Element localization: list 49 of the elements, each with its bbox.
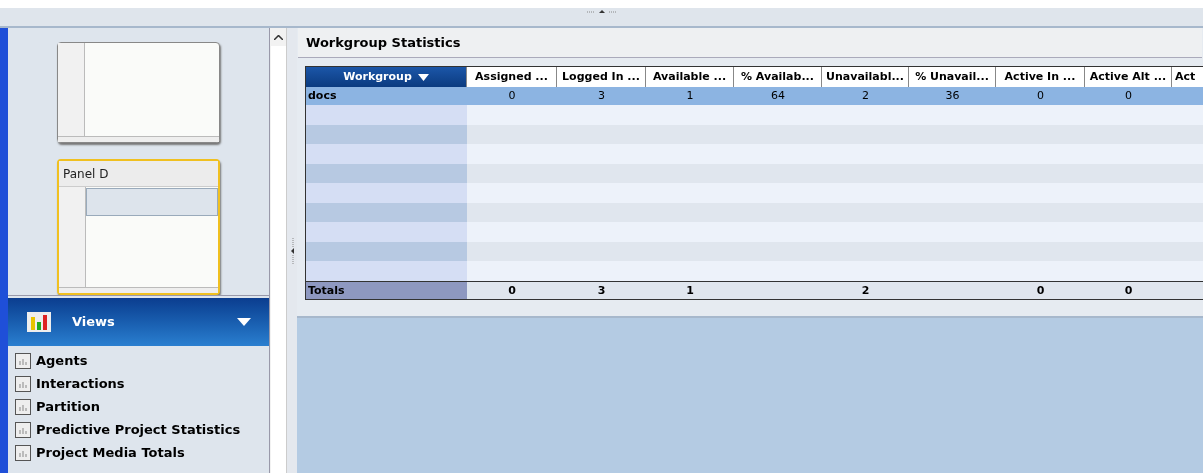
view-item[interactable]: Interactions (15, 375, 269, 392)
report-icon (15, 398, 31, 415)
view-item[interactable]: Partition (15, 398, 269, 415)
views-title: Views (72, 313, 116, 332)
view-item[interactable]: Predictive Project Statistics (15, 421, 269, 438)
panel-card[interactable] (57, 42, 220, 143)
panel-title: Panel D (59, 161, 218, 187)
table-cell-text: 64 (770, 88, 786, 104)
caret-icon[interactable] (237, 317, 251, 327)
table-cell-text: 0 (1124, 88, 1133, 104)
table-cell-text: 0 (1035, 282, 1046, 299)
panel-title: Workgroup Statistics (298, 28, 1202, 58)
report-icon (15, 352, 31, 369)
chart-icon (26, 311, 52, 333)
report-icon (15, 375, 31, 392)
table-cell-text: 0 (507, 88, 517, 104)
table-cell-text: 1 (685, 282, 695, 299)
splitter-grip-icon[interactable] (586, 9, 617, 14)
view-item[interactable]: Agents (15, 352, 269, 369)
panel-card[interactable]: Panel D (57, 159, 220, 295)
table-cell-text: 0 (507, 282, 517, 299)
column-header[interactable]: Available ... (646, 67, 734, 87)
column-header[interactable]: Workgroup (306, 67, 467, 87)
column-header[interactable]: Active Alt ... (1085, 67, 1172, 87)
view-item[interactable]: Project Media Totals (15, 444, 269, 461)
table-cell-text: 0 (1123, 282, 1134, 299)
report-icon (15, 421, 31, 438)
column-header[interactable]: % Unavail... (909, 67, 996, 87)
column-header[interactable]: Active In ... (996, 67, 1085, 87)
sort-arrow-icon (417, 73, 429, 81)
table-cell-text: 2 (860, 282, 871, 299)
report-icon (15, 444, 31, 461)
table-cell-text: 0 (1036, 88, 1045, 104)
column-header[interactable]: Act (1172, 67, 1203, 87)
table-cell: Totals (306, 281, 467, 299)
table-cell-text: 3 (597, 88, 606, 104)
column-header[interactable]: Assigned ... (467, 67, 557, 87)
chevron-up-icon (273, 34, 283, 40)
table-cell-text: 36 (944, 88, 961, 104)
table-cell-text: 2 (861, 88, 870, 104)
column-header[interactable]: Logged In ... (557, 67, 646, 87)
views-header[interactable]: Views (8, 298, 269, 346)
table-row[interactable]: docs 0 3 1 64 2 36 0 0 (306, 87, 1203, 105)
table-cell-text: 1 (685, 88, 695, 104)
column-header[interactable]: Unavailabl... (822, 67, 909, 87)
splitter-grip-icon[interactable] (289, 237, 295, 264)
table-cell-text: 3 (596, 282, 607, 299)
table-cell-text: docs (307, 88, 338, 104)
column-header[interactable]: % Availab... (734, 67, 822, 87)
